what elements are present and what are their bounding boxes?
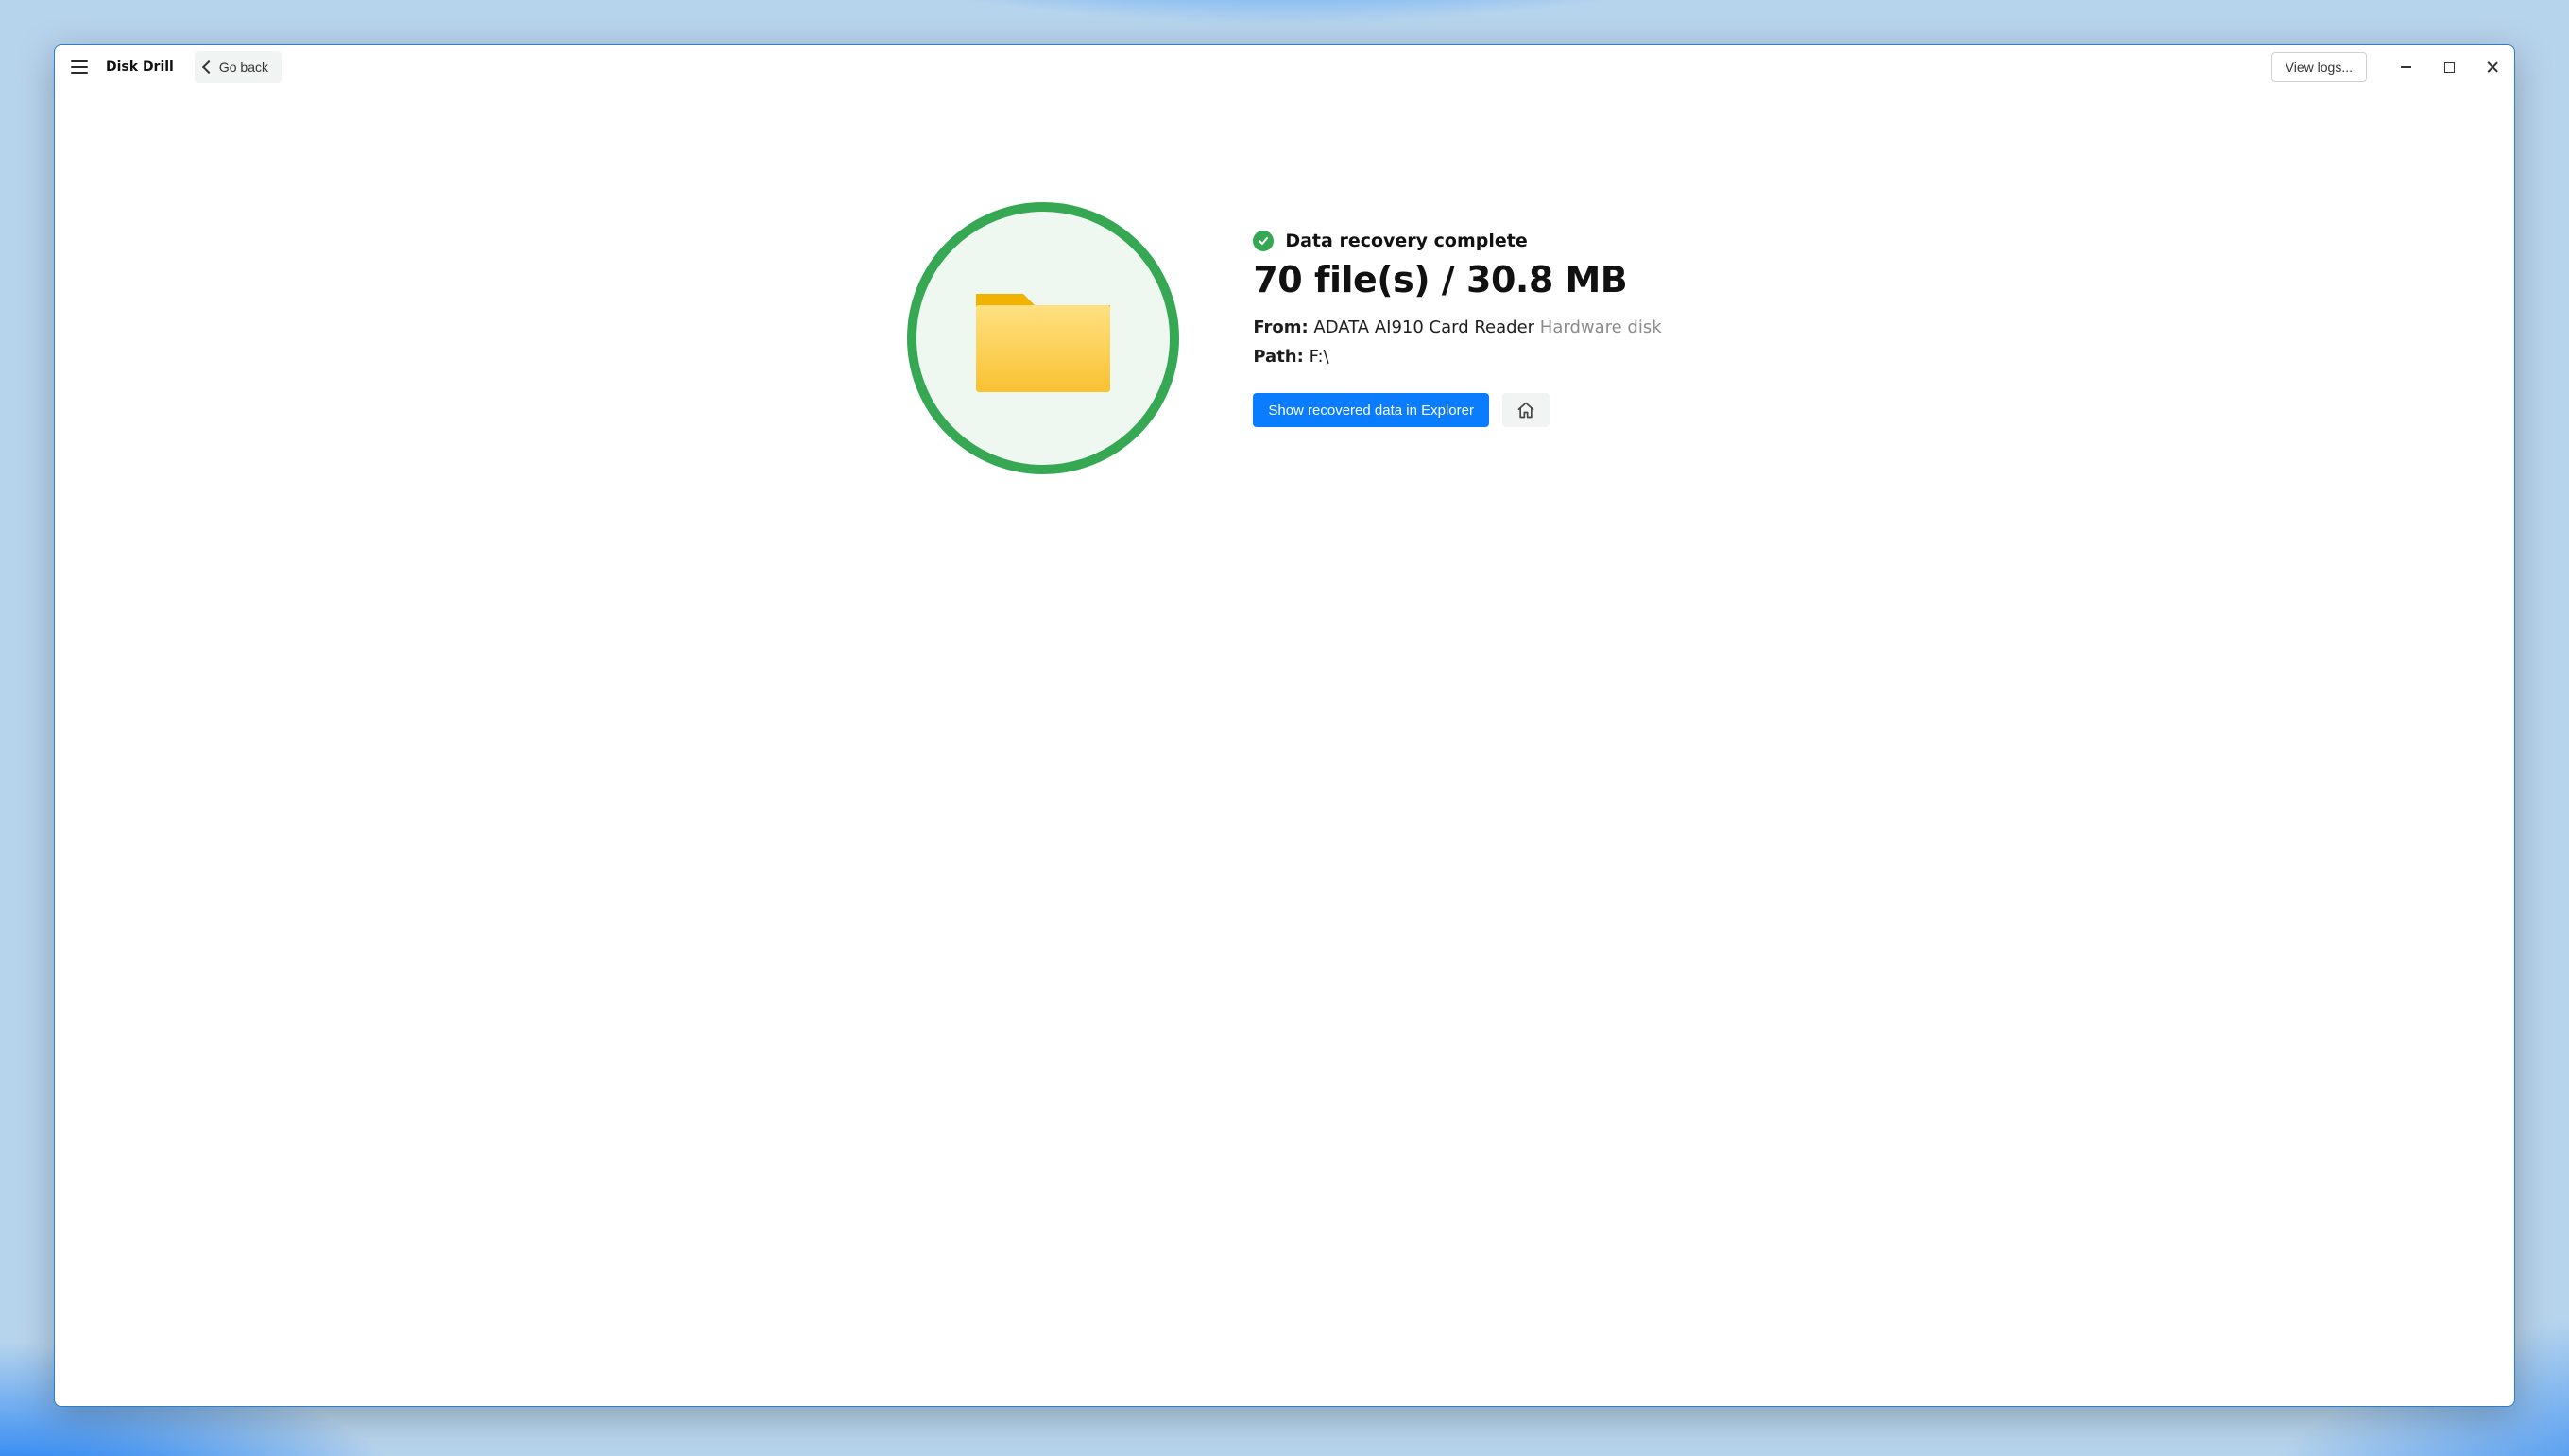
check-circle-icon — [1253, 231, 1274, 251]
from-type: Hardware disk — [1540, 317, 1662, 337]
chevron-left-icon — [202, 60, 215, 74]
status-line: Data recovery complete — [1253, 231, 1661, 251]
status-text: Data recovery complete — [1285, 231, 1527, 251]
app-window: Disk Drill Go back View logs... — [54, 44, 2515, 1407]
window-controls — [2384, 45, 2514, 89]
success-badge — [907, 202, 1179, 474]
maximize-button[interactable] — [2427, 45, 2471, 89]
folder-icon — [974, 283, 1112, 394]
result-details: Data recovery complete 70 file(s) / 30.8… — [1253, 202, 1661, 427]
go-back-button[interactable]: Go back — [195, 51, 282, 83]
minimize-button[interactable] — [2384, 45, 2427, 89]
minimize-icon — [2401, 66, 2411, 68]
close-button[interactable] — [2471, 45, 2514, 89]
path-label: Path: — [1253, 347, 1303, 367]
maximize-icon — [2444, 62, 2455, 73]
path-value: F:\ — [1310, 347, 1329, 367]
app-title: Disk Drill — [106, 60, 174, 75]
from-label: From: — [1253, 317, 1308, 337]
close-icon — [2486, 60, 2499, 74]
content-area: Data recovery complete 70 file(s) / 30.8… — [55, 89, 2514, 1406]
menu-button[interactable] — [66, 54, 93, 80]
show-in-explorer-button[interactable]: Show recovered data in Explorer — [1253, 393, 1489, 427]
titlebar: Disk Drill Go back View logs... — [55, 45, 2514, 89]
view-logs-button[interactable]: View logs... — [2271, 52, 2367, 82]
from-device: ADATA AI910 Card Reader — [1313, 317, 1534, 337]
home-icon — [1516, 401, 1535, 420]
path-line: Path: F:\ — [1253, 347, 1661, 367]
result-headline: 70 file(s) / 30.8 MB — [1253, 259, 1661, 300]
action-row: Show recovered data in Explorer — [1253, 393, 1661, 427]
from-line: From: ADATA AI910 Card Reader Hardware d… — [1253, 317, 1661, 337]
home-button[interactable] — [1502, 393, 1550, 427]
go-back-label: Go back — [219, 60, 268, 75]
hamburger-icon — [71, 60, 88, 74]
recovery-result: Data recovery complete 70 file(s) / 30.8… — [907, 202, 1661, 1406]
